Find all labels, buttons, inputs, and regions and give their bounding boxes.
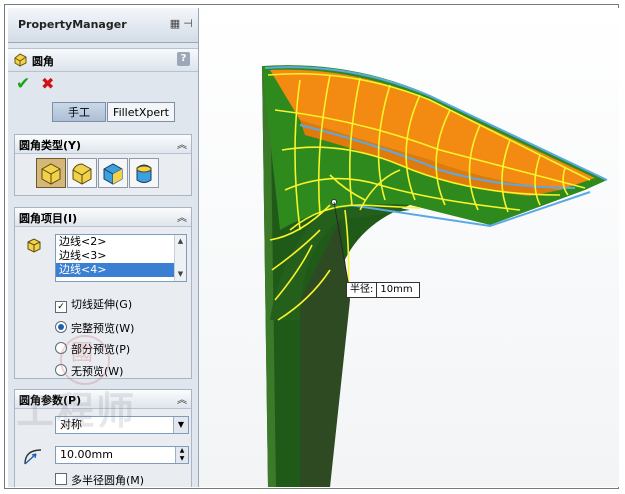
collapse-icon[interactable]: ︽ — [177, 136, 187, 151]
face-fillet-button[interactable] — [98, 158, 128, 188]
scroll-up-icon[interactable]: ▲ — [176, 237, 185, 246]
cancel-button[interactable]: ✖ — [41, 74, 54, 93]
radius-callout[interactable]: 半径: 10mm — [346, 282, 421, 298]
fillet-type-title: 圆角类型(Y) — [19, 139, 82, 152]
list-item[interactable]: 边线<3> — [56, 249, 186, 263]
constant-size-fillet-button[interactable] — [36, 158, 66, 188]
variable-size-fillet-icon — [72, 163, 92, 185]
multi-radius-label: 多半径圆角(M) — [71, 474, 145, 487]
pm-title: PropertyManager — [18, 18, 127, 31]
tangent-propagation-checkbox[interactable]: ✓ 切线延伸(G) — [55, 296, 132, 313]
chevron-down-icon[interactable]: ▼ — [173, 417, 188, 433]
face-fillet-icon — [103, 163, 123, 185]
fillet-items-header[interactable]: 圆角项目(I) ︽ — [15, 208, 191, 227]
full-preview-label: 完整预览(W) — [71, 322, 135, 335]
tab-filletxpert[interactable]: FilletXpert — [107, 102, 175, 122]
radius-callout-label: 半径: — [350, 284, 374, 295]
fillet-type-group: 圆角类型(Y) ︽ — [14, 134, 192, 196]
edges-listbox[interactable]: 边线<2> 边线<3> 边线<4> ▲ ▼ — [55, 234, 187, 282]
multi-radius-checkbox[interactable]: 多半径圆角(M) — [55, 472, 144, 487]
pm-header: PropertyManager ▦ ⊣ — [8, 8, 198, 43]
ok-button[interactable]: ✔ — [16, 74, 30, 94]
radio-selected-icon — [55, 321, 67, 333]
collapse-icon[interactable]: ︽ — [177, 391, 187, 406]
list-item[interactable]: 边线<4> — [56, 263, 186, 277]
radio-icon — [55, 342, 67, 354]
fillet-feature-icon — [14, 53, 27, 67]
tab-manual[interactable]: 手工 — [52, 102, 106, 122]
pm-pin-icon[interactable]: ⊣ — [181, 17, 195, 31]
help-button[interactable]: ? — [177, 52, 190, 66]
fillet-items-title: 圆角项目(I) — [19, 212, 78, 225]
radius-input[interactable]: 10.00mm ▲ ▼ — [55, 446, 189, 464]
list-item[interactable]: 边线<2> — [56, 235, 186, 249]
pm-config-icon[interactable]: ▦ — [168, 17, 182, 31]
full-round-fillet-icon — [136, 164, 152, 183]
radius-value: 10.00mm — [60, 448, 113, 461]
full-round-fillet-button[interactable] — [129, 158, 159, 188]
watermark-seal: 國 — [71, 341, 94, 366]
property-manager-panel: PropertyManager ▦ ⊣ 圆角 ? ✔ ✖ 手工 FilletXp… — [8, 8, 199, 487]
radius-callout-value[interactable]: 10mm — [376, 283, 416, 297]
fillet-items-group: 圆角项目(I) ︽ 边线<2> 边线<3> 边线<4> ▲ ▼ ✓ 切线延伸(G)… — [14, 207, 192, 379]
graphics-viewport[interactable]: 半径: 10mm — [199, 8, 619, 487]
collapse-icon[interactable]: ︽ — [177, 209, 187, 224]
edge-selection-icon — [27, 238, 41, 253]
constant-size-fillet-icon — [41, 163, 61, 185]
full-preview-radio[interactable]: 完整预览(W) — [55, 320, 134, 336]
tangent-propagation-label: 切线延伸(G) — [71, 298, 133, 311]
watermark: 工程师 — [16, 389, 137, 433]
feature-name: 圆角 — [32, 55, 54, 68]
radius-spinner[interactable]: ▲ ▼ — [175, 447, 188, 463]
checkbox-icon — [55, 473, 67, 485]
radio-icon — [55, 364, 67, 376]
variable-size-fillet-button[interactable] — [67, 158, 97, 188]
fillet-model-preview — [199, 8, 619, 487]
scroll-down-icon[interactable]: ▼ — [176, 270, 185, 279]
fillet-type-header[interactable]: 圆角类型(Y) ︽ — [15, 135, 191, 154]
checkbox-checked-icon: ✓ — [55, 301, 67, 313]
feature-title-bar: 圆角 ? — [8, 48, 198, 72]
radius-icon — [24, 449, 42, 465]
listbox-scrollbar[interactable]: ▲ ▼ — [174, 235, 186, 281]
